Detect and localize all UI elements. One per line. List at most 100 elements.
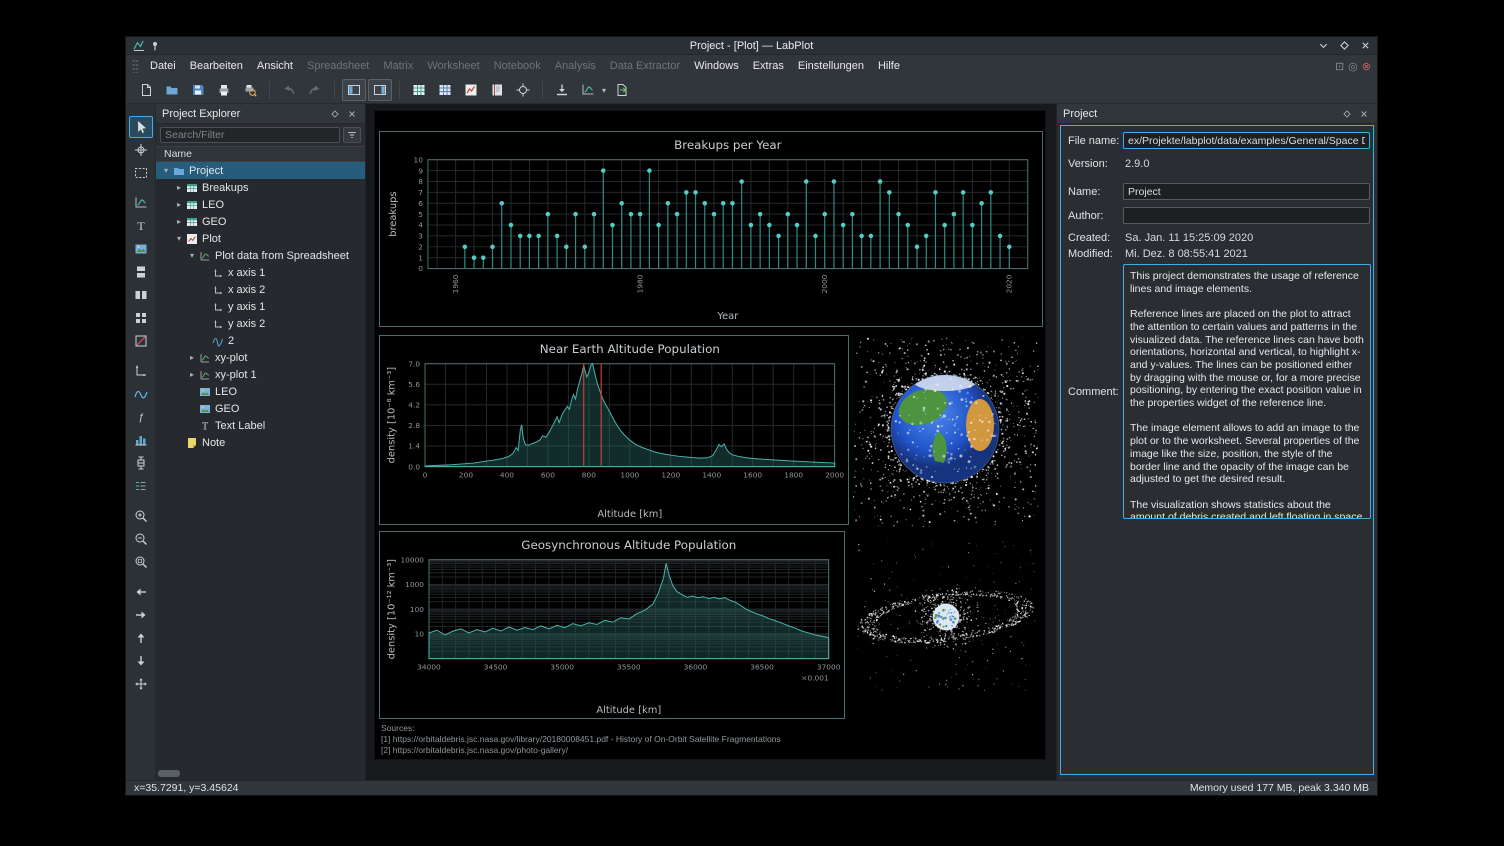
shift-left-x-button[interactable] [129,581,153,603]
expand-arrow-icon[interactable]: ▸ [173,183,185,192]
crosshair-tool-button[interactable] [129,139,153,161]
close-panel-button[interactable] [345,107,359,121]
redo-button[interactable] [303,79,327,101]
open-project-button[interactable] [160,79,184,101]
tree-item-2-10[interactable]: 2 [156,332,365,349]
tree-item-x-axis-1-6[interactable]: x axis 1 [156,264,365,281]
worksheet-page[interactable]: Breakups per Year01234567891019601980200… [374,110,1046,760]
menubar-extra-icon-1[interactable]: ⊡ [1335,60,1344,73]
add-boxplot-button[interactable] [129,452,153,474]
comment-textarea[interactable]: This project demonstrates the usage of r… [1123,264,1371,519]
float-panel-button[interactable] [328,107,342,121]
tree-item-y-axis-2-9[interactable]: y axis 2 [156,315,365,332]
tree-item-y-axis-1-8[interactable]: y axis 1 [156,298,365,315]
menu-datei[interactable]: Datei [143,57,183,75]
shift-down-y-button[interactable] [129,650,153,672]
menu-hilfe[interactable]: Hilfe [871,57,907,75]
tree-item-project[interactable]: ▾Project [156,162,365,179]
toggle-project-explorer-button[interactable] [342,79,366,101]
grid-layout-button[interactable] [129,307,153,329]
tree-item-leo[interactable]: ▸LEO [156,196,365,213]
undo-button[interactable] [277,79,301,101]
titlebar[interactable]: Project - [Plot] — LabPlot [126,37,1377,55]
expand-arrow-icon[interactable]: ▾ [186,251,198,260]
filter-options-button[interactable] [343,127,361,143]
tree-item-leo-13[interactable]: LEO [156,383,365,400]
file-name-input[interactable] [1123,132,1370,149]
tree-item-note[interactable]: Note [156,434,365,451]
tree-column-header[interactable]: Name [156,146,365,162]
breakups-per-year-chart[interactable]: Breakups per Year01234567891019601980200… [379,131,1043,327]
shift-up-y-button[interactable] [129,627,153,649]
tree-item-xy-plot-11[interactable]: ▸xy-plot [156,349,365,366]
select-tool-button[interactable] [129,116,153,138]
zoom-in-button[interactable] [129,505,153,527]
import-data-button[interactable] [550,79,574,101]
menu-windows[interactable]: Windows [687,57,746,75]
shift-right-x-button[interactable] [129,604,153,626]
leo-debris-image[interactable] [853,337,1039,527]
tree-item-geo[interactable]: ▸GEO [156,213,365,230]
expand-arrow-icon[interactable]: ▸ [186,370,198,379]
sources-text-label[interactable]: Sources: [1] https://orbitaldebris.jsc.n… [381,723,781,757]
new-notebook-button[interactable] [485,79,509,101]
horizontal-layout-button[interactable] [129,284,153,306]
name-input[interactable] [1123,183,1370,200]
print-preview-button[interactable] [238,79,262,101]
add-histogram-button[interactable] [129,429,153,451]
tree-item-text-label-15[interactable]: TText Label [156,417,365,434]
expand-arrow-icon[interactable]: ▾ [173,234,185,243]
new-plot-dropdown-arrow-icon[interactable]: ▾ [600,86,608,95]
float-properties-button[interactable] [1340,107,1354,121]
add-equation-curve-button[interactable]: ƒ [129,406,153,428]
add-text-label-button[interactable]: T [129,215,153,237]
geosynchronous-altitude-chart[interactable]: Geosynchronous Altitude Population101001… [379,531,845,719]
new-datapicker-button[interactable] [511,79,535,101]
menu-einstellungen[interactable]: Einstellungen [791,57,871,75]
minimize-button[interactable] [1317,39,1330,52]
new-project-button[interactable] [134,79,158,101]
tree-item-plot-data-from-spreadsheet-5[interactable]: ▾Plot data from Spreadsheet [156,247,365,264]
menu-ansicht[interactable]: Ansicht [250,57,300,75]
expand-arrow-icon[interactable]: ▸ [173,200,185,209]
print-button[interactable] [212,79,236,101]
near-earth-altitude-chart[interactable]: Near Earth Altitude Population0.01.42.84… [379,335,849,525]
expand-arrow-icon[interactable]: ▸ [173,217,185,226]
close-properties-button[interactable] [1357,107,1371,121]
menubar-extra-icon-2[interactable]: ◎ [1348,60,1358,73]
expand-arrow-icon[interactable]: ▾ [160,166,172,175]
horizontal-scrollbar[interactable] [156,769,365,778]
expand-arrow-icon[interactable]: ▸ [186,353,198,362]
menu-extras[interactable]: Extras [746,57,791,75]
zoom-fit-button[interactable] [129,551,153,573]
tree-item-plot[interactable]: ▾Plot [156,230,365,247]
zoom-out-button[interactable] [129,528,153,550]
search-input[interactable] [160,127,340,143]
add-axis-button[interactable] [129,360,153,382]
break-layout-button[interactable] [129,330,153,352]
new-plot-dropdown[interactable] [576,79,600,101]
close-button[interactable] [1359,39,1372,52]
add-xy-curve-button[interactable] [129,383,153,405]
tree-item-xy-plot-1-12[interactable]: ▸xy-plot 1 [156,366,365,383]
maximize-button[interactable] [1338,39,1351,52]
tree-item-breakups[interactable]: ▸Breakups [156,179,365,196]
tree-item-geo-14[interactable]: GEO [156,400,365,417]
add-image-button[interactable] [129,238,153,260]
author-input[interactable] [1123,207,1370,224]
zoom-select-tool-button[interactable] [129,162,153,184]
save-project-button[interactable] [186,79,210,101]
add-plot-button[interactable] [129,192,153,214]
menu-bearbeiten[interactable]: Bearbeiten [183,57,250,75]
pin-icon[interactable] [148,39,162,53]
toggle-properties-explorer-button[interactable] [368,79,392,101]
export-button[interactable] [610,79,634,101]
new-matrix-button[interactable] [433,79,457,101]
tree-item-x-axis-2-7[interactable]: x axis 2 [156,281,365,298]
menubar-extra-icon-3[interactable]: ⊗ [1362,60,1371,73]
geo-debris-ring-image[interactable] [857,541,1035,691]
add-legend-button[interactable] [129,475,153,497]
new-worksheet-button[interactable] [459,79,483,101]
scrollbar-handle[interactable] [158,770,180,777]
vertical-layout-button[interactable] [129,261,153,283]
